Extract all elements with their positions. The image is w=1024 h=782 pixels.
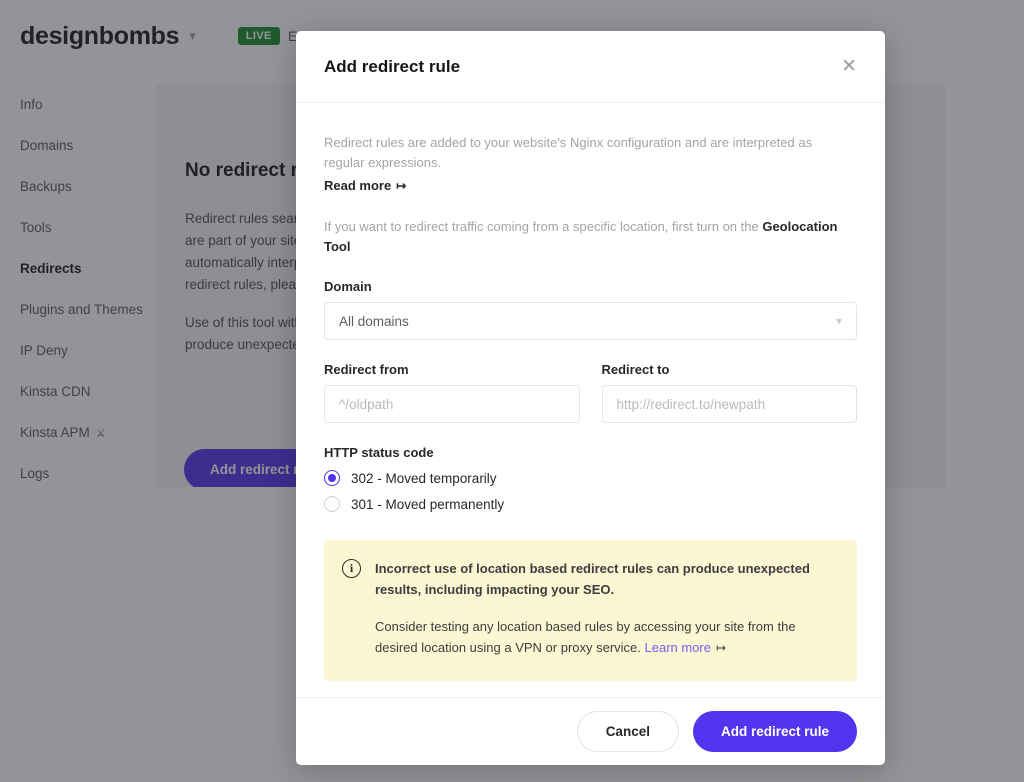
add-redirect-rule-dialog: Add redirect rule ✕ Redirect rules are a… <box>296 31 885 765</box>
redirect-from-field: Redirect from <box>324 362 580 423</box>
domain-select-value: All domains <box>339 313 409 329</box>
page-root: designbombs ▾ LIVE Environment Info Doma… <box>0 0 1024 782</box>
add-redirect-rule-button[interactable]: Add redirect rule <box>692 711 857 752</box>
radio-dot <box>328 474 336 482</box>
dialog-intro-text: Redirect rules are added to your website… <box>324 135 813 170</box>
http-status-code-label: HTTP status code <box>324 445 434 460</box>
domain-field: Domain All domains ▾ <box>324 279 857 340</box>
domain-select[interactable]: All domains ▾ <box>324 302 857 340</box>
notice-callout: i Incorrect use of location based redire… <box>324 540 857 681</box>
radio-icon-selected <box>324 470 340 486</box>
cancel-button[interactable]: Cancel <box>576 711 679 752</box>
radio-302-label: 302 - Moved temporarily <box>351 470 497 486</box>
redirect-to-input[interactable] <box>601 385 857 423</box>
domain-label: Domain <box>324 279 372 294</box>
redirect-to-field: Redirect to <box>601 362 857 423</box>
read-more-label: Read more <box>324 178 392 193</box>
close-icon[interactable]: ✕ <box>841 57 857 76</box>
http-status-code-field: HTTP status code 302 - Moved temporarily… <box>324 445 857 512</box>
redirect-from-input[interactable] <box>324 385 580 423</box>
external-link-icon: ↦ <box>716 641 726 655</box>
notice-text: Incorrect use of location based redirect… <box>375 558 837 659</box>
geolocation-hint-prefix: If you want to redirect traffic coming f… <box>324 219 763 234</box>
notice-line-2: Consider testing any location based rule… <box>375 616 837 659</box>
dialog-body: Redirect rules are added to your website… <box>296 103 885 697</box>
redirect-from-label: Redirect from <box>324 362 409 377</box>
learn-more-label: Learn more <box>644 640 711 655</box>
radio-301[interactable]: 301 - Moved permanently <box>324 496 857 512</box>
radio-301-label: 301 - Moved permanently <box>351 496 505 512</box>
external-link-icon: ↦ <box>396 179 406 193</box>
radio-302[interactable]: 302 - Moved temporarily <box>324 470 857 486</box>
learn-more-link[interactable]: Learn more <box>645 640 711 655</box>
redirect-paths-row: Redirect from Redirect to <box>324 362 857 423</box>
chevron-down-icon: ▾ <box>835 314 842 328</box>
radio-icon-unselected <box>324 496 340 512</box>
dialog-header: Add redirect rule ✕ <box>296 31 885 103</box>
notice-line-2-prefix: Consider testing any location based rule… <box>375 619 796 655</box>
redirect-to-label: Redirect to <box>601 362 670 377</box>
info-icon: i <box>342 559 361 578</box>
notice-line-1: Incorrect use of location based redirect… <box>375 561 810 597</box>
dialog-footer: Cancel Add redirect rule <box>296 697 885 765</box>
dialog-title: Add redirect rule <box>324 56 461 76</box>
read-more-link[interactable]: Read more ↦ <box>324 178 406 193</box>
geolocation-hint: If you want to redirect traffic coming f… <box>324 217 857 257</box>
